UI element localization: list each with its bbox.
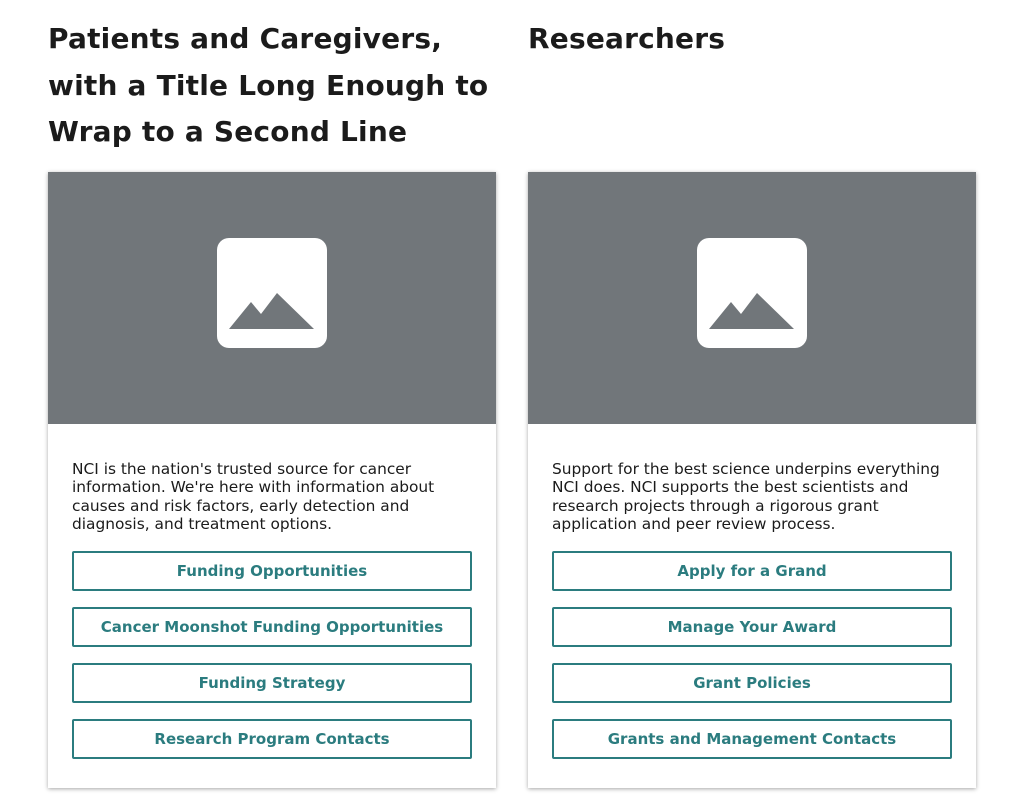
image-placeholder-icon [697,238,807,348]
card: Support for the best science underpins e… [528,172,976,788]
research-program-contacts-button[interactable]: Research Program Contacts [72,719,472,759]
image-placeholder-icon [217,238,327,348]
card: NCI is the nation's trusted source for c… [48,172,496,788]
card-image-placeholder [48,172,496,424]
column-title: Patients and Caregivers, with a Title Lo… [48,22,489,148]
apply-for-a-grand-button[interactable]: Apply for a Grand [552,551,952,591]
cancer-moonshot-funding-opportunities-button[interactable]: Cancer Moonshot Funding Opportunities [72,607,472,647]
card-body: NCI is the nation's trusted source for c… [48,424,496,759]
manage-your-award-button[interactable]: Manage Your Award [552,607,952,647]
card-button-list: Apply for a Grand Manage Your Award Gran… [552,551,952,759]
card-button-list: Funding Opportunities Cancer Moonshot Fu… [72,551,472,759]
card-description: Support for the best science underpins e… [552,460,940,533]
grant-policies-button[interactable]: Grant Policies [552,663,952,703]
funding-strategy-button[interactable]: Funding Strategy [72,663,472,703]
card-description: NCI is the nation's trusted source for c… [72,460,435,533]
column-researchers: Researchers Support for the best science… [528,0,976,788]
grants-and-management-contacts-button[interactable]: Grants and Management Contacts [552,719,952,759]
funding-opportunities-button[interactable]: Funding Opportunities [72,551,472,591]
card-columns: Patients and Caregivers, with a Title Lo… [48,0,976,805]
card-body: Support for the best science underpins e… [528,424,976,759]
card-image-placeholder [528,172,976,424]
column-title: Researchers [528,22,726,55]
column-patients-caregivers: Patients and Caregivers, with a Title Lo… [48,0,496,788]
